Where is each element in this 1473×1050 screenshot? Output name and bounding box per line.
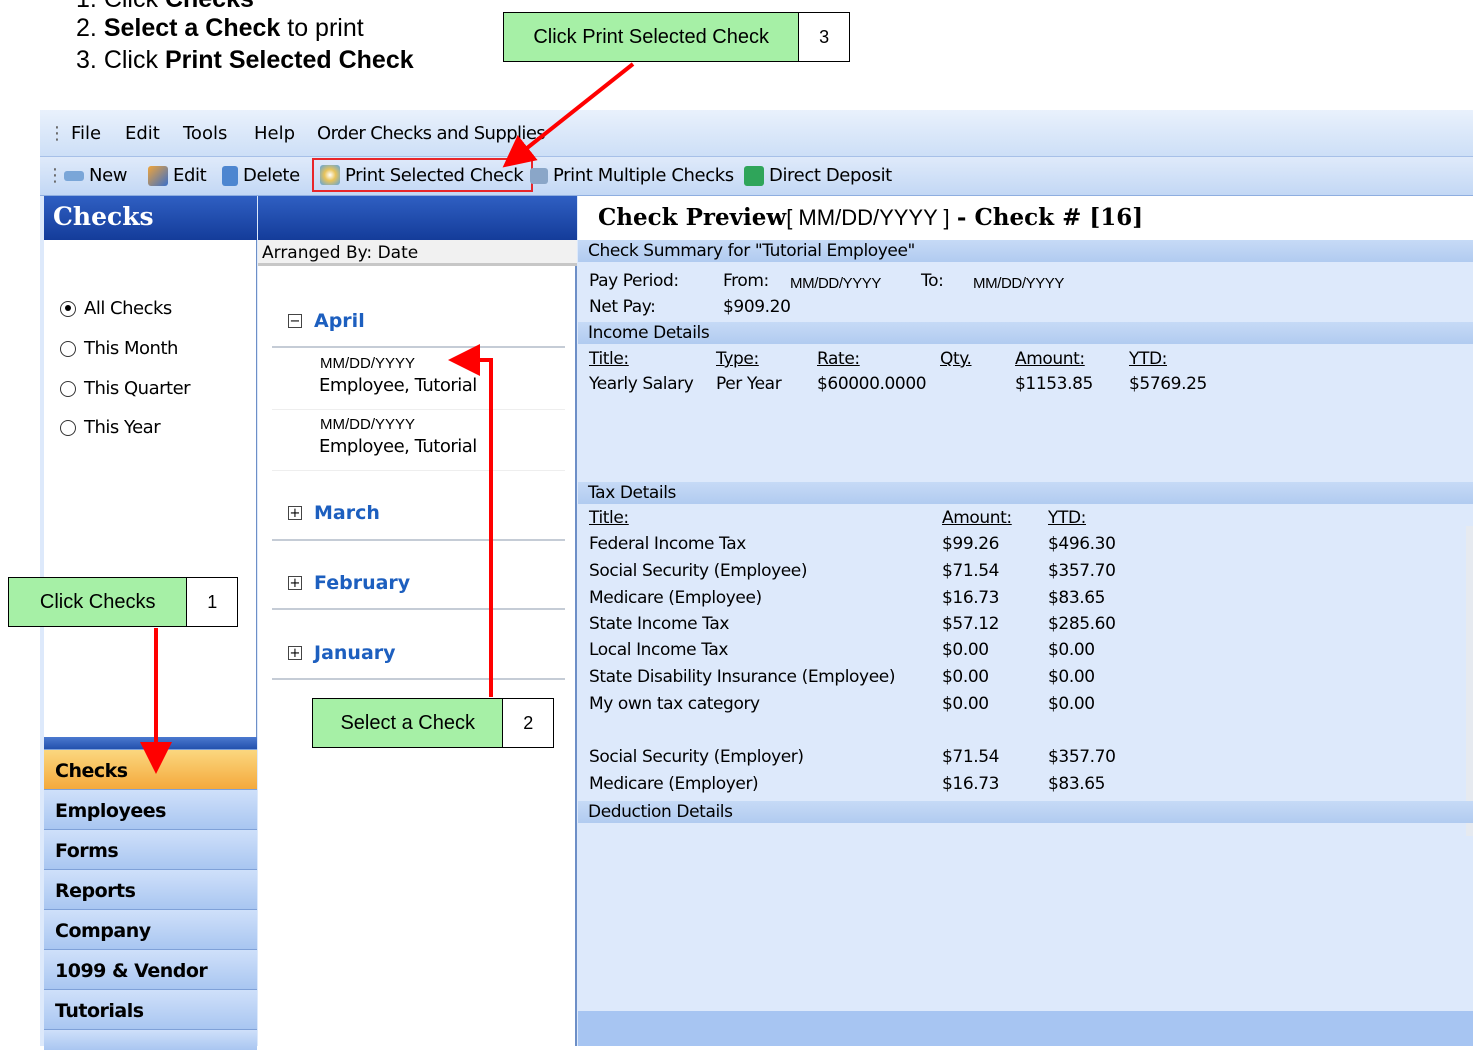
annotation-arrows [140,62,635,774]
callout-number: 3 [819,26,830,47]
callout-select-check: Select a Check 2 [312,698,554,748]
callout-print-selected: Click Print Selected Check 3 [503,12,850,62]
arrow-to-print-selected [502,62,635,168]
callout-text: Click Checks [9,578,188,626]
callout-text: Click Print Selected Check [504,13,800,61]
callout-number: 2 [523,712,534,733]
callout-text: Select a Check [313,699,504,747]
arrow-to-check-item [448,344,493,697]
callout-number: 1 [207,591,218,612]
callout-click-checks: Click Checks 1 [8,577,238,627]
